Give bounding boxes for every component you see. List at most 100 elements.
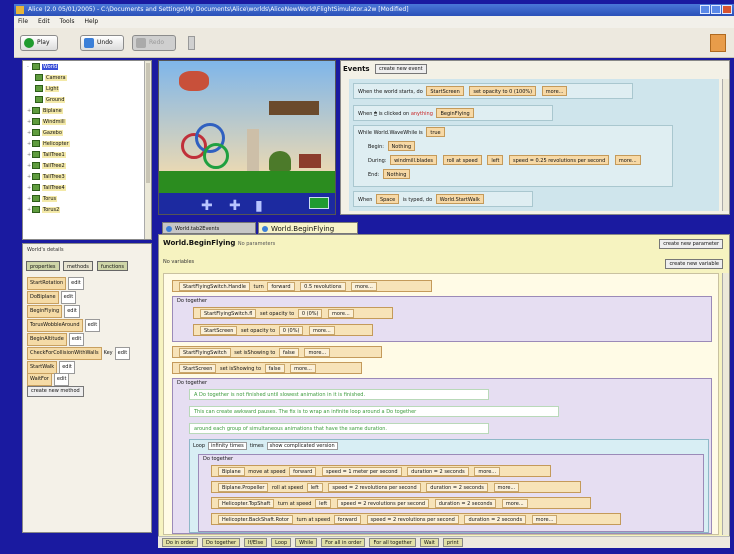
statement[interactable]: Biplane move at speed forward speed = 1 … xyxy=(211,465,551,477)
statement[interactable]: Biplane.Propeller roll at speed left spe… xyxy=(211,481,581,493)
undo-button[interactable]: Undo xyxy=(80,35,124,51)
clipboard-icon[interactable] xyxy=(710,34,726,52)
object-icon xyxy=(32,151,40,158)
edit-button[interactable]: edit xyxy=(53,373,70,386)
method-row: StartRotation edit xyxy=(27,277,84,290)
tree-item[interactable]: Camera xyxy=(35,74,67,83)
tab-properties[interactable]: properties xyxy=(26,261,60,271)
statement[interactable]: StartScreen set opacity to 0 (0%) more..… xyxy=(193,324,373,336)
windmill xyxy=(247,129,259,171)
do-together-block[interactable]: Do together Biplane move at speed forwar… xyxy=(198,454,704,532)
details-title: World's details xyxy=(27,247,64,253)
object-icon xyxy=(35,74,43,81)
camera-left-arrow-icon[interactable]: ✚ xyxy=(201,198,213,214)
tree-item[interactable]: + Torus2 xyxy=(27,206,61,215)
tree-item[interactable]: + TallTree2 xyxy=(27,162,66,171)
edit-button[interactable]: edit xyxy=(68,277,84,290)
play-button[interactable]: Play xyxy=(20,35,58,51)
add-objects-button[interactable] xyxy=(309,197,329,209)
maximize-icon[interactable] xyxy=(711,5,721,14)
minimize-icon[interactable] xyxy=(700,5,710,14)
method-row: BeginFlying edit xyxy=(27,305,80,318)
control-structures-bar: Do in order Do together If/Else Loop Whi… xyxy=(158,536,730,548)
do-together-block[interactable]: Do together A Do together is not finishe… xyxy=(172,378,712,534)
for-all-in-order-tile[interactable]: For all in order xyxy=(321,538,366,547)
events-list: When the world starts, do StartScreen se… xyxy=(349,79,719,211)
comment[interactable]: This can create awkward pauses. The fix … xyxy=(189,406,559,417)
object-icon xyxy=(32,162,40,169)
edit-button[interactable]: edit xyxy=(68,333,85,346)
loop-block[interactable]: Loop infinity times times show complicat… xyxy=(189,439,709,533)
edit-button[interactable]: edit xyxy=(114,347,131,360)
tab-begin-flying[interactable]: World.BeginFlying xyxy=(258,222,358,234)
do-in-order-tile[interactable]: Do in order xyxy=(162,538,198,547)
print-tile[interactable]: print xyxy=(442,538,463,547)
comment[interactable]: A Do together is not finished until slow… xyxy=(189,389,489,400)
show-complicated-version-button[interactable]: show complicated version xyxy=(266,442,338,450)
statement[interactable]: StartScreen set isShowing to false more.… xyxy=(172,362,362,374)
statement[interactable]: Helicopter.TopShaft turn at speed left s… xyxy=(211,497,591,509)
tree-item[interactable]: Light xyxy=(35,85,60,94)
tree-item[interactable]: + Helicopter xyxy=(27,140,70,149)
statement[interactable]: StartFlyingSwitch.Handle turn forward 0.… xyxy=(172,280,432,292)
close-icon[interactable] xyxy=(722,5,732,14)
menu-bar: File Edit Tools Help xyxy=(14,16,734,28)
world-view[interactable]: ✚ ✚ ▮ xyxy=(158,60,336,215)
tab-functions[interactable]: functions xyxy=(97,261,129,271)
create-new-event-button[interactable]: create new event xyxy=(375,64,427,74)
redo-button[interactable]: Redo xyxy=(132,35,176,51)
events-scrollbar[interactable] xyxy=(722,79,729,211)
statement[interactable]: Helicopter.BackShaft.Rotor turn at speed… xyxy=(211,513,621,525)
edit-button[interactable]: edit xyxy=(64,305,80,318)
tree-item[interactable]: + Gazebo xyxy=(27,129,63,138)
tree-item[interactable]: + TallTree3 xyxy=(27,173,66,182)
menu-help[interactable]: Help xyxy=(84,16,98,28)
editor-scrollbar[interactable] xyxy=(722,273,729,535)
title-bar: Alice (2.0 05/01/2005) - C:\Documents an… xyxy=(14,4,734,16)
loop-tile[interactable]: Loop xyxy=(271,538,292,547)
event-row[interactable]: When the world starts, do StartScreen se… xyxy=(353,83,633,99)
scroll-thumb[interactable] xyxy=(146,63,150,183)
undo-icon xyxy=(84,38,94,48)
tree-item[interactable]: + Windmill xyxy=(27,118,66,127)
method-row: CheckForCollisionWithWalls Key edit xyxy=(27,347,131,360)
tree-scrollbar[interactable] xyxy=(144,61,151,239)
comment[interactable]: around each group of simultaneous animat… xyxy=(189,423,489,434)
tab-events-method[interactable]: World.tab2Events xyxy=(162,222,256,234)
tree-item[interactable]: + Torus xyxy=(27,195,58,204)
tab-methods[interactable]: methods xyxy=(63,261,93,271)
menu-tools[interactable]: Tools xyxy=(60,16,75,28)
do-together-tile[interactable]: Do together xyxy=(201,538,241,547)
tree-item[interactable]: Ground xyxy=(35,96,66,105)
event-row[interactable]: While World.WaveWhile is true Begin: Not… xyxy=(353,125,673,187)
menu-file[interactable]: File xyxy=(18,16,28,28)
tree-item[interactable]: + TallTree1 xyxy=(27,151,66,160)
trash-icon[interactable] xyxy=(188,36,195,50)
tree-item-world[interactable]: - World xyxy=(27,63,59,72)
edit-button[interactable]: edit xyxy=(60,291,77,304)
if-else-tile[interactable]: If/Else xyxy=(244,538,268,547)
object-icon xyxy=(32,206,40,213)
while-tile[interactable]: While xyxy=(295,538,318,547)
do-together-block[interactable]: Do together StartFlyingSwitch.fl set opa… xyxy=(172,296,712,342)
event-row[interactable]: When 🖱 is clicked on anything BeginFlyin… xyxy=(353,105,553,121)
gazebo xyxy=(299,154,321,168)
wait-tile[interactable]: Wait xyxy=(419,538,439,547)
create-new-method-button[interactable]: create new method xyxy=(27,386,84,397)
camera-move-arrow-icon[interactable]: ✚ xyxy=(229,198,241,214)
toolbar: Play Undo Redo xyxy=(14,28,734,58)
for-all-together-tile[interactable]: For all together xyxy=(369,538,416,547)
statement[interactable]: StartFlyingSwitch.fl set opacity to 0 (0… xyxy=(193,307,393,319)
create-new-parameter-button[interactable]: create new parameter xyxy=(659,239,723,249)
tree-item[interactable]: + TallTree4 xyxy=(27,184,66,193)
camera-up-arrow-icon[interactable]: ▮ xyxy=(255,198,263,214)
statement[interactable]: StartFlyingSwitch set isShowing to false… xyxy=(172,346,382,358)
edit-button[interactable]: edit xyxy=(84,319,101,332)
menu-edit[interactable]: Edit xyxy=(38,16,50,28)
method-row: StartWalk edit xyxy=(27,361,75,374)
create-new-variable-button[interactable]: create new variable xyxy=(665,259,723,269)
object-icon xyxy=(32,195,40,202)
torus-ring xyxy=(203,143,229,169)
event-row[interactable]: When Space is typed, do World.StartWalk xyxy=(353,191,533,207)
tree-item[interactable]: + Biplane xyxy=(27,107,63,116)
